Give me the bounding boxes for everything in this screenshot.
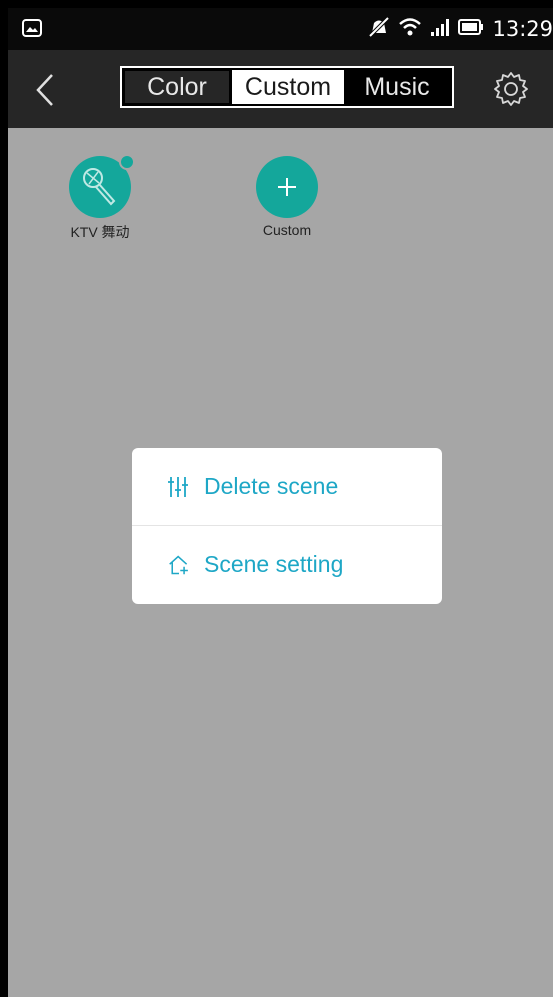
plus-icon: [277, 177, 297, 202]
edit-badge: [119, 154, 135, 170]
gallery-icon: [22, 19, 42, 42]
tab-custom[interactable]: Custom: [232, 70, 344, 104]
status-icons: 13:29: [368, 8, 553, 50]
scene-custom-label: Custom: [262, 222, 312, 238]
scene-custom[interactable]: Custom: [247, 156, 327, 238]
wifi-icon: [398, 17, 422, 42]
clock: 13:29: [492, 17, 553, 41]
context-menu: Delete scene Scene setting: [132, 448, 442, 604]
status-bar: 13:29: [8, 8, 553, 50]
back-icon[interactable]: [34, 72, 58, 108]
scene-setting-item[interactable]: Scene setting: [132, 526, 442, 603]
tab-music[interactable]: Music: [346, 70, 448, 104]
scene-ktv-label: KTV 舞动: [70, 224, 130, 240]
app-screen: 13:29 Color Custom Music KTV 舞动 Custom D…: [8, 8, 553, 997]
mode-tabs: Color Custom Music: [120, 66, 454, 108]
scene-ktv[interactable]: KTV 舞动: [60, 154, 140, 242]
tab-color[interactable]: Color: [124, 70, 230, 104]
battery-icon: [458, 18, 484, 40]
mute-icon: [368, 16, 390, 42]
gear-icon[interactable]: [492, 70, 530, 108]
signal-icon: [430, 17, 450, 42]
scene-ktv-button[interactable]: [69, 154, 135, 218]
delete-scene-item[interactable]: Delete scene: [132, 448, 442, 525]
sliders-icon: [168, 475, 190, 499]
microphone-icon: [80, 165, 120, 214]
delete-scene-label: Delete scene: [204, 473, 339, 499]
scene-setting-label: Scene setting: [204, 551, 344, 577]
app-header: Color Custom Music: [8, 50, 553, 128]
home-plus-icon: [168, 553, 190, 577]
add-scene-button[interactable]: [256, 156, 318, 218]
